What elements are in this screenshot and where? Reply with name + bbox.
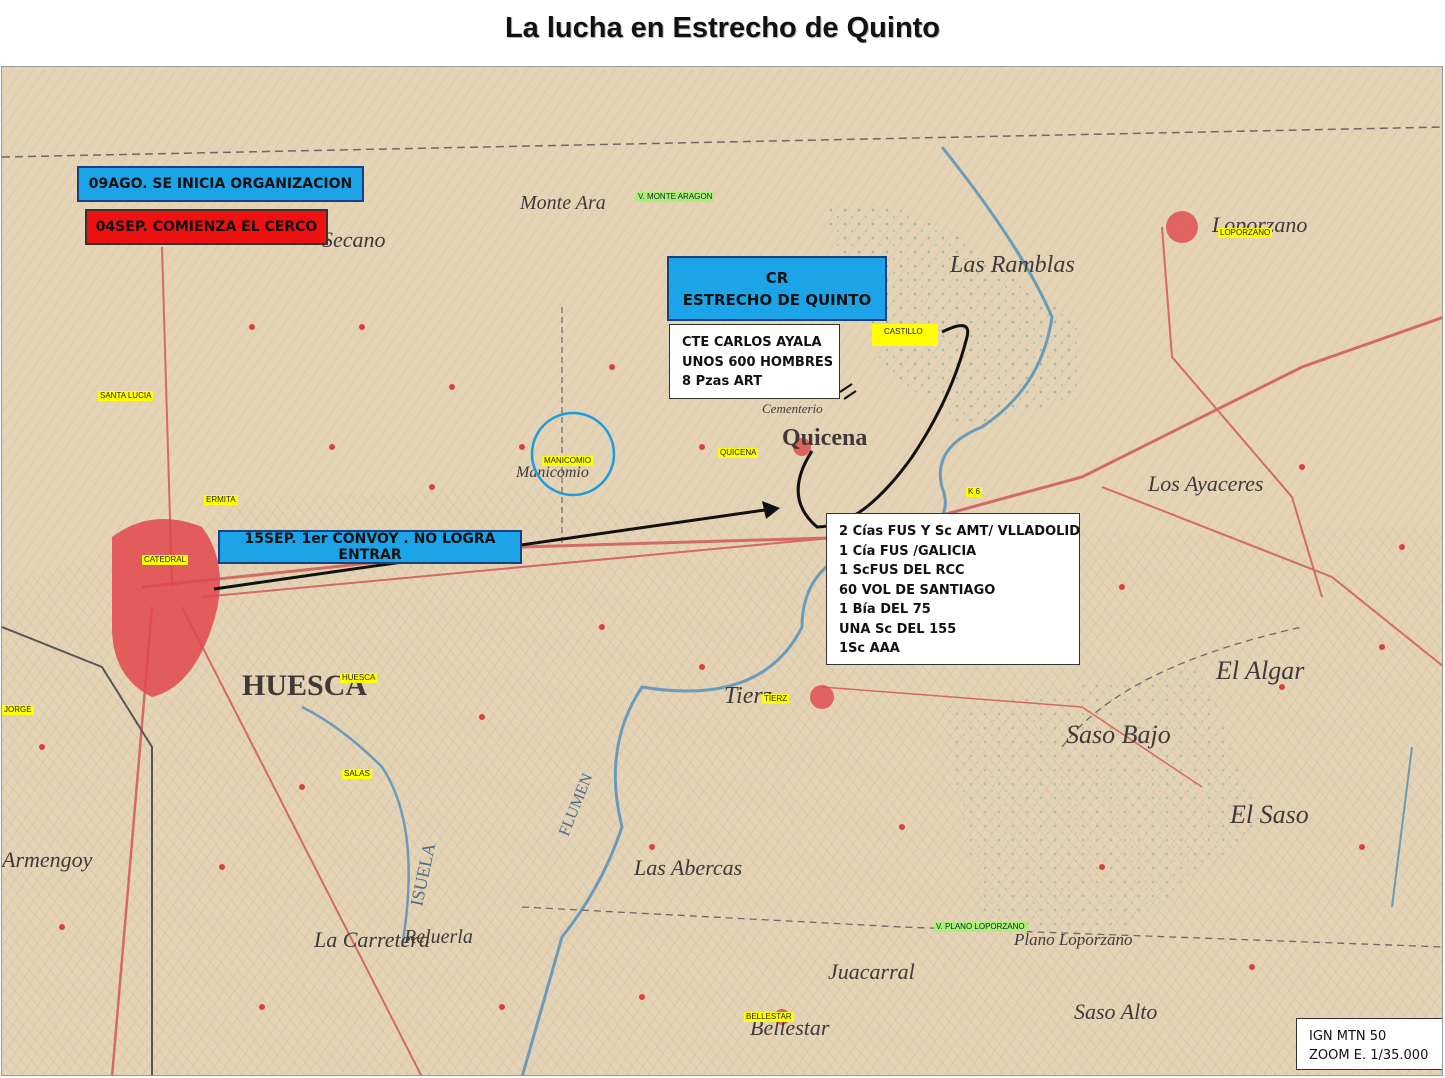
scale-source: IGN MTN 50 <box>1309 1029 1387 1044</box>
tag-catedral: CATEDRAL <box>142 555 189 565</box>
map-label-secano: Secano <box>322 227 386 252</box>
tag-jorge: JORGE <box>2 705 34 715</box>
besieging-forces-box: 2 Cías FUS Y Sc AMT/ VLLADOLID 1 Cía FUS… <box>826 513 1080 665</box>
tag-manicomio: MANICOMIO <box>542 456 594 466</box>
map-label-manicomio: Manicomio <box>515 464 589 481</box>
map-label-el-algar: El Algar <box>1215 656 1305 685</box>
map-area[interactable]: Monte Ara Secano Las Ramblas Loporzano Q… <box>1 66 1443 1076</box>
tag-ermita: ERMITA <box>204 495 238 505</box>
timeline-organizacion-box: 09AGO. SE INICIA ORGANIZACION <box>77 166 364 202</box>
cr-label: CR <box>765 268 789 287</box>
tag-v-monte-aragon: V. MONTE ARAGON <box>636 192 715 202</box>
scale-box: IGN MTN 50 ZOOM E. 1/35.000 <box>1296 1018 1442 1070</box>
force-item: 1 ScFUS DEL RCC <box>839 563 965 578</box>
map-label-monte-aragon: Monte Ara <box>519 192 606 214</box>
tag-santa-lucia: SANTA LUCIA <box>98 391 154 401</box>
tag-k6: K 6 <box>966 487 983 497</box>
tag-salas: SALAS <box>342 769 372 779</box>
cr-estrecho-box: CR ESTRECHO DE QUINTO <box>667 256 887 321</box>
map-label-armengoy: Armengoy <box>2 847 93 872</box>
force-item: 1Sc AAA <box>839 641 900 656</box>
timeline-convoy-box: 15SEP. 1er CONVOY . NO LOGRA ENTRAR <box>218 530 522 564</box>
garrison-commander: CTE CARLOS AYALA <box>682 335 822 350</box>
map-label-cementerio: Cementerio <box>762 401 823 416</box>
map-label-plano-loporzano: Plano Loporzano <box>1013 930 1133 949</box>
timeline-cerco-box: 04SEP. COMIENZA EL CERCO <box>85 209 328 245</box>
map-label-los-ayaceres: Los Ayaceres <box>1147 471 1264 496</box>
cr-name: ESTRECHO DE QUINTO <box>682 290 872 309</box>
tag-huesca: HUESCA <box>340 673 378 683</box>
map-label-saso-alto: Saso Alto <box>1074 999 1157 1024</box>
map-label-las-abercas: Las Abercas <box>633 855 742 880</box>
force-item: 60 VOL DE SANTIAGO <box>839 582 996 598</box>
tag-castillo: CASTILLO <box>872 324 938 346</box>
tag-tierz: TIERZ <box>762 694 790 704</box>
scale-zoom: ZOOM E. 1/35.000 <box>1309 1048 1429 1063</box>
tag-bellestar: BELLESTAR <box>744 1012 794 1022</box>
garrison-men: UNOS 600 HOMBRES <box>682 354 834 370</box>
force-item: 1 Cía FUS /GALICIA <box>839 543 977 559</box>
tag-loporzano: LOPORZANO <box>1218 228 1273 238</box>
garrison-box: CTE CARLOS AYALA UNOS 600 HOMBRES 8 Pzas… <box>669 324 840 399</box>
tag-quicena: QUICENA <box>718 448 759 458</box>
map-label-saso-bajo: Saso Bajo <box>1066 720 1171 749</box>
map-label-las-ramblas: Las Ramblas <box>949 252 1075 278</box>
map-label-reluerla: Reluerla <box>403 926 473 948</box>
map-title: La lucha en Estrecho de Quinto <box>504 12 941 44</box>
force-item: 2 Cías FUS Y Sc AMT/ VLLADOLID <box>839 524 1081 539</box>
garrison-artillery: 8 Pzas ART <box>682 374 763 389</box>
map-label-el-saso: El Saso <box>1229 800 1309 829</box>
map-label-quicena: Quicena <box>782 425 867 451</box>
force-item: UNA Sc DEL 155 <box>839 621 957 637</box>
tag-v-plano-loporzano: V. PLANO LOPORZANO <box>934 922 1027 932</box>
map-label-juacarral: Juacarral <box>828 959 915 984</box>
force-item: 1 Bía DEL 75 <box>839 602 931 617</box>
